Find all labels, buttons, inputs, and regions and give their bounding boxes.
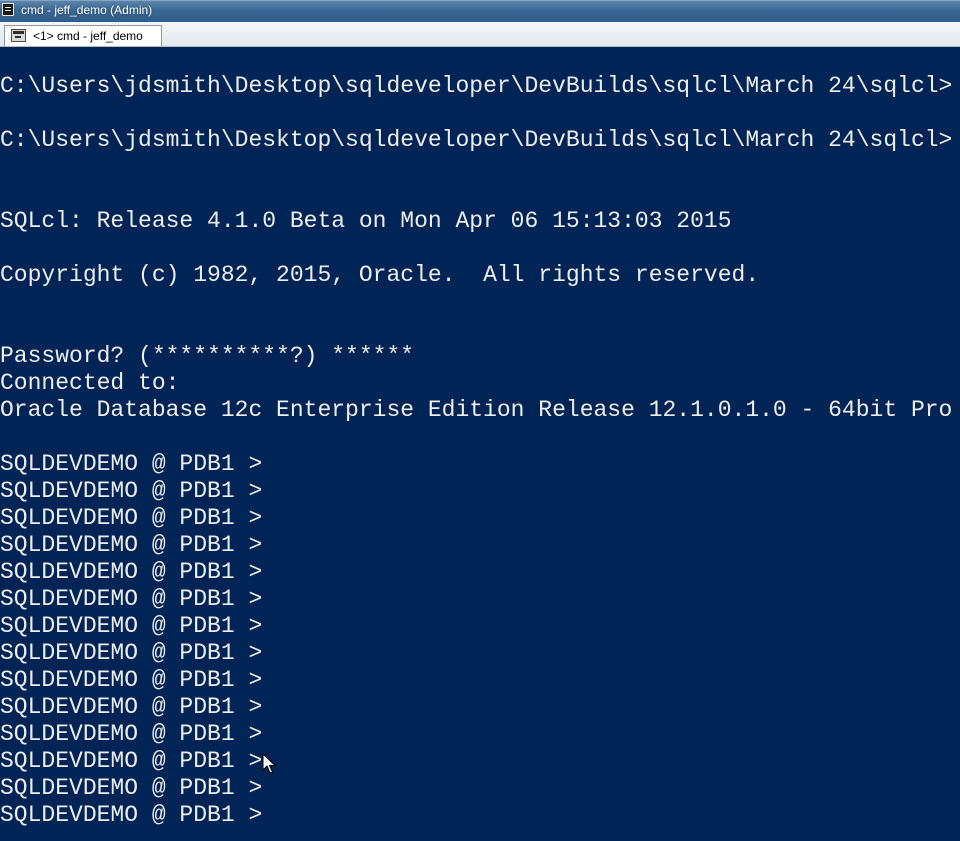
prompt-line: SQLDEVDEMO @ PDB1 >: [0, 694, 263, 720]
prompt-line: SQLDEVDEMO @ PDB1 >: [0, 775, 263, 801]
terminal-line: C:\Users\jdsmith\Desktop\sqldeveloper\De…: [0, 127, 953, 153]
prompt-line: SQLDEVDEMO @ PDB1 >: [0, 802, 263, 828]
tab-cmd-jeff-demo[interactable]: <1> cmd - jeff_demo: [4, 25, 162, 46]
terminal-line: Copyright (c) 1982, 2015, Oracle. All ri…: [0, 262, 760, 288]
prompt-line: SQLDEVDEMO @ PDB1 >: [0, 505, 263, 531]
console-window: cmd - jeff_demo (Admin) <1> cmd - jeff_d…: [0, 0, 960, 841]
prompt-line: SQLDEVDEMO @ PDB1 >: [0, 532, 263, 558]
prompt-line: SQLDEVDEMO @ PDB1 >: [0, 640, 263, 666]
prompt-line: SQLDEVDEMO @ PDB1 >: [0, 613, 263, 639]
tab-strip: <1> cmd - jeff_demo: [0, 22, 960, 47]
prompt-line: SQLDEVDEMO @ PDB1 >: [0, 748, 263, 774]
console-icon[interactable]: [2, 3, 14, 16]
window-title: cmd - jeff_demo (Admin): [21, 3, 153, 17]
prompt-line: SQLDEVDEMO @ PDB1 >: [0, 451, 263, 477]
tab-label: <1> cmd - jeff_demo: [33, 29, 143, 43]
terminal-output[interactable]: C:\Users\jdsmith\Desktop\sqldeveloper\De…: [0, 47, 960, 841]
prompt-line: SQLDEVDEMO @ PDB1 >: [0, 586, 263, 612]
mouse-pointer-icon: [262, 753, 276, 774]
terminal-line: C:\Users\jdsmith\Desktop\sqldeveloper\De…: [0, 73, 953, 99]
prompt-line: SQLDEVDEMO @ PDB1 >: [0, 478, 263, 504]
prompt-line: SQLDEVDEMO @ PDB1 >: [0, 559, 263, 585]
terminal-line: SQLcl: Release 4.1.0 Beta on Mon Apr 06 …: [0, 208, 732, 234]
terminal-line: Password? (**********?) ******: [0, 343, 415, 369]
prompt-line: SQLDEVDEMO @ PDB1 >: [0, 721, 263, 747]
prompt-line: SQLDEVDEMO @ PDB1 >: [0, 667, 263, 693]
terminal-line: Oracle Database 12c Enterprise Edition R…: [0, 397, 953, 423]
console-icon: [11, 29, 26, 42]
title-bar[interactable]: cmd - jeff_demo (Admin): [0, 0, 960, 22]
terminal-line: Connected to:: [0, 370, 180, 396]
